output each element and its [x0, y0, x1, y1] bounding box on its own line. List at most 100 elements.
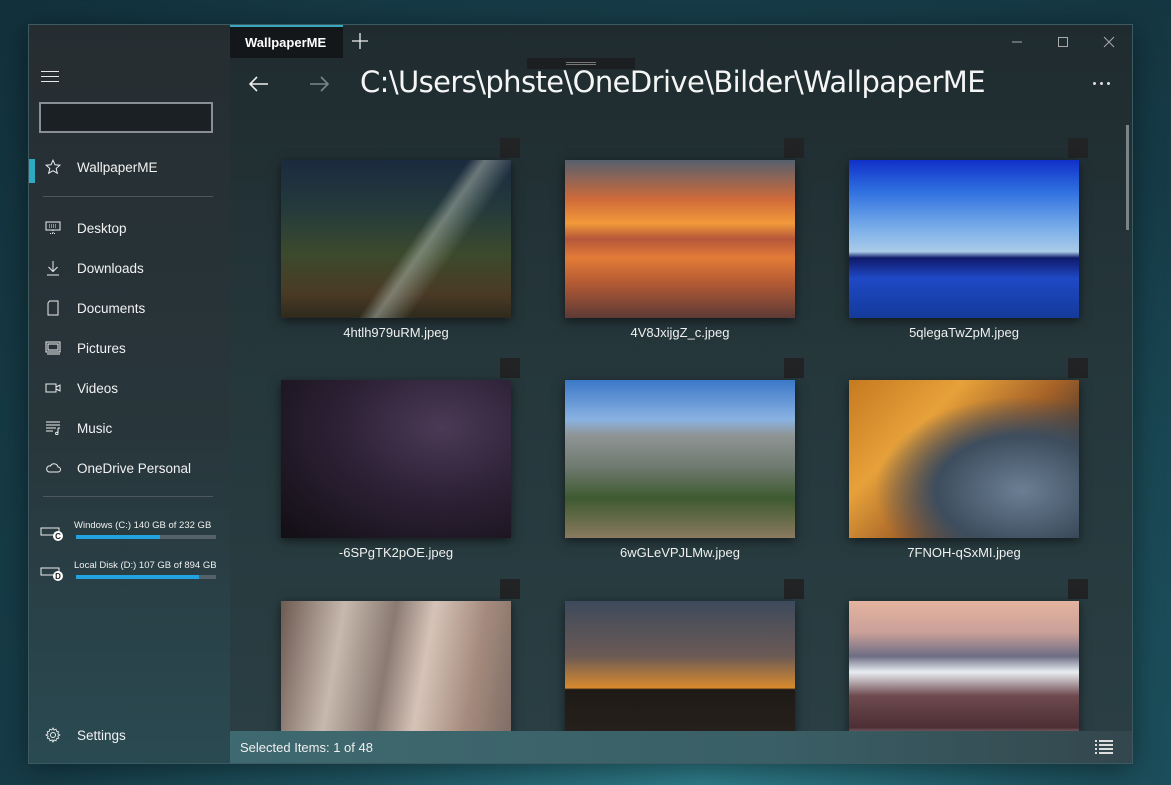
drive-c[interactable]: C Windows (C:) 140 GB of 232 GB: [37, 520, 227, 554]
selection-status: Selected Items: 1 of 48: [240, 739, 373, 755]
list-view-icon: [1095, 740, 1113, 754]
maximize-button[interactable]: [1040, 25, 1086, 58]
sidebar-item-label: OneDrive Personal: [77, 460, 192, 476]
sidebar-item-label: Videos: [77, 380, 119, 396]
sidebar-item-pictures[interactable]: Pictures: [29, 330, 230, 366]
star-icon: [29, 159, 77, 175]
file-name: 4htlh979uRM.jpeg: [343, 325, 449, 340]
thumbnail-image: [849, 601, 1079, 731]
file-tile[interactable]: 4V8JxijgZ_c.jpeg: [544, 125, 804, 340]
select-checkbox[interactable]: [500, 579, 520, 599]
select-checkbox[interactable]: [784, 358, 804, 378]
sidebar-divider: [43, 496, 213, 497]
thumbnail-image: [849, 160, 1079, 318]
search-input[interactable]: [39, 102, 213, 133]
thumbnail-image: [281, 601, 511, 731]
plus-icon: [352, 33, 368, 49]
sidebar-item-onedrive[interactable]: OneDrive Personal: [29, 450, 230, 486]
minimize-icon: [1012, 41, 1022, 42]
sidebar-item-desktop[interactable]: Desktop: [29, 210, 230, 246]
sidebar-item-label: Pictures: [77, 340, 126, 356]
settings-button[interactable]: Settings: [29, 717, 230, 753]
document-icon: [29, 300, 77, 316]
thumbnail-image: [281, 380, 511, 538]
drive-letter: D: [55, 572, 61, 581]
sidebar-item-label: Desktop: [77, 220, 127, 236]
select-checkbox[interactable]: [1068, 138, 1088, 158]
sidebar-item-downloads[interactable]: Downloads: [29, 250, 230, 286]
forward-button[interactable]: [306, 71, 336, 97]
sidebar-item-label: WallpaperME: [77, 159, 158, 175]
drive-icon: D: [40, 566, 64, 587]
thumbnail-image: [565, 601, 795, 731]
thumbnail-image: [565, 160, 795, 318]
settings-label: Settings: [77, 727, 126, 743]
drive-usage-bar: [76, 575, 216, 579]
file-tile[interactable]: 5qlegaTwZpM.jpeg: [828, 125, 1088, 340]
drive-icon: C: [40, 526, 64, 547]
select-checkbox[interactable]: [1068, 579, 1088, 599]
minimize-button[interactable]: [994, 25, 1040, 58]
path-breadcrumb[interactable]: C:\Users\phste\OneDrive\Bilder\Wallpaper…: [360, 65, 986, 99]
sidebar: WallpaperME Desktop Downloads Documents: [29, 25, 230, 763]
file-tile[interactable]: [260, 566, 520, 731]
main-pane: WallpaperME C:\Users\phste\OneDrive\Bild…: [230, 25, 1132, 763]
file-tile[interactable]: [828, 566, 1088, 731]
sidebar-item-wallpaperme[interactable]: WallpaperME: [29, 149, 230, 185]
video-icon: [29, 383, 77, 393]
select-checkbox[interactable]: [500, 138, 520, 158]
close-button[interactable]: [1086, 25, 1132, 58]
pictures-icon: [29, 341, 77, 355]
sidebar-divider: [43, 196, 213, 197]
drive-usage-bar: [76, 535, 216, 539]
sidebar-item-label: Documents: [77, 300, 146, 316]
drive-usage-fill: [76, 535, 161, 539]
file-name: 7FNOH-qSxMI.jpeg: [907, 545, 1021, 560]
close-icon: [1103, 36, 1115, 47]
vertical-scrollbar[interactable]: [1126, 125, 1129, 230]
file-tile[interactable]: 4htlh979uRM.jpeg: [260, 125, 520, 340]
drive-label: Windows (C:) 140 GB of 232 GB: [74, 520, 212, 531]
arrow-right-icon: [310, 76, 330, 92]
select-checkbox[interactable]: [500, 358, 520, 378]
gear-icon: [29, 727, 77, 743]
file-tile[interactable]: -6SPgTK2pOE.jpeg: [260, 345, 520, 560]
list-view-button[interactable]: [1094, 739, 1114, 755]
title-bar: WallpaperME: [230, 25, 1132, 58]
thumbnail-image: [565, 380, 795, 538]
select-checkbox[interactable]: [1068, 358, 1088, 378]
sidebar-item-music[interactable]: Music: [29, 410, 230, 446]
file-name: 6wGLeVPJLMw.jpeg: [620, 545, 740, 560]
desktop-icon: [29, 221, 77, 235]
file-tile[interactable]: 7FNOH-qSxMI.jpeg: [828, 345, 1088, 560]
hamburger-menu-button[interactable]: [41, 71, 59, 85]
sidebar-item-videos[interactable]: Videos: [29, 370, 230, 406]
file-tile[interactable]: [544, 566, 804, 731]
file-grid: 4htlh979uRM.jpeg 4V8JxijgZ_c.jpeg 5qlega…: [230, 125, 1132, 731]
app-window: WallpaperME Desktop Downloads Documents: [28, 24, 1133, 764]
drive-d[interactable]: D Local Disk (D:) 107 GB of 894 GB: [37, 560, 227, 594]
sidebar-item-documents[interactable]: Documents: [29, 290, 230, 326]
select-checkbox[interactable]: [784, 138, 804, 158]
sidebar-item-label: Downloads: [77, 260, 144, 276]
download-icon: [29, 260, 77, 276]
back-button[interactable]: [246, 71, 276, 97]
arrow-left-icon: [248, 76, 268, 92]
file-tile[interactable]: 6wGLeVPJLMw.jpeg: [544, 345, 804, 560]
maximize-icon: [1058, 36, 1068, 47]
file-name: -6SPgTK2pOE.jpeg: [338, 545, 454, 560]
thumbnail-image: [281, 160, 511, 318]
select-checkbox[interactable]: [784, 579, 804, 599]
file-name: 4V8JxijgZ_c.jpeg: [630, 325, 730, 340]
sidebar-item-label: Music: [77, 420, 113, 436]
more-options-button[interactable]: [1088, 73, 1114, 93]
drive-usage-fill: [76, 575, 200, 579]
drive-label: Local Disk (D:) 107 GB of 894 GB: [74, 560, 217, 571]
music-icon: [29, 421, 77, 435]
drive-letter: C: [55, 532, 61, 541]
new-tab-button[interactable]: [348, 29, 372, 53]
file-name: 5qlegaTwZpM.jpeg: [909, 325, 1019, 340]
cloud-icon: [29, 463, 77, 473]
tab-wallpaperme[interactable]: WallpaperME: [230, 25, 343, 58]
status-bar: Selected Items: 1 of 48: [230, 731, 1132, 763]
